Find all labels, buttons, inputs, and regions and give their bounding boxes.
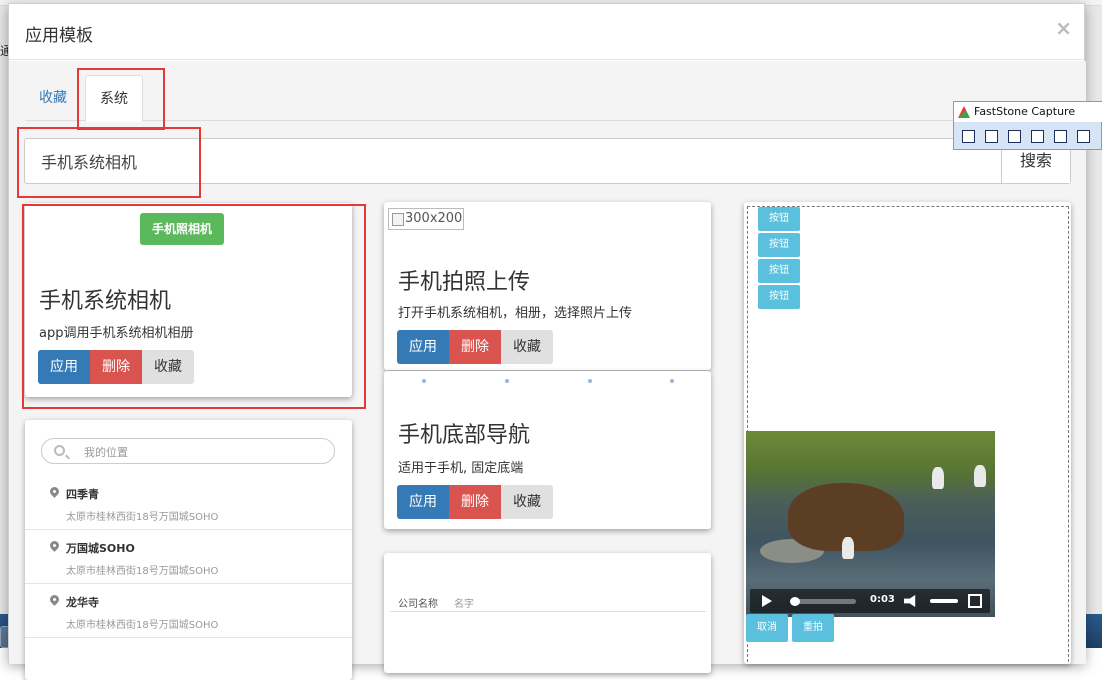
location-address: 太原市桂林西街18号万国城SOHO (66, 620, 219, 631)
camera-badge-button[interactable]: 手机照相机 (140, 213, 225, 245)
delete-button[interactable]: 删除 (449, 485, 501, 519)
template-card-camera: 手机照相机 手机系统相机 app调用手机系统相机相册 应用 删除 收藏 (25, 203, 352, 397)
apply-button[interactable]: 应用 (397, 485, 449, 519)
location-search[interactable]: 我的位置 (41, 438, 335, 464)
app-template-dialog: 应用模板 × 收藏 系统 搜索 手机照相机 手机系统相机 app调用手机系统相机… (8, 3, 1086, 680)
card-description: 打开手机系统相机，相册，选择照片上传 (398, 306, 633, 321)
map-pin-icon (48, 593, 61, 606)
preview-button[interactable]: 按钮 (758, 259, 800, 283)
capture-freehand-icon[interactable] (1054, 130, 1067, 143)
template-card-bottom-nav: 手机底部导航 适用于手机, 固定底端 应用 删除 收藏 (384, 371, 711, 529)
tab-system[interactable]: 系统 (85, 75, 143, 122)
faststone-title: FastStone Capture (954, 102, 1102, 122)
video-player[interactable]: 0:03 (746, 431, 995, 617)
dialog-header: 应用模板 × (9, 4, 1084, 60)
nav-dot-icon (505, 379, 509, 383)
form-divider (390, 611, 706, 612)
retake-button[interactable]: 重拍 (792, 614, 834, 642)
location-item[interactable]: 龙华寺 太原市桂林西街18号万国城SOHO (25, 584, 352, 638)
card-description: 适用于手机, 固定底端 (398, 461, 524, 476)
volume-slider[interactable] (930, 599, 958, 603)
map-pin-icon (48, 539, 61, 552)
video-progress-slider[interactable] (790, 597, 856, 606)
faststone-capture-toolbar: FastStone Capture (953, 101, 1102, 150)
tab-favorites[interactable]: 收藏 (25, 75, 81, 121)
location-name: 四季青 (66, 488, 99, 501)
card-description: app调用手机系统相机相册 (39, 326, 194, 341)
delete-button[interactable]: 删除 (449, 330, 501, 364)
video-frame-gull (974, 465, 986, 487)
close-icon[interactable]: × (1055, 16, 1072, 40)
card-actions: 应用 删除 收藏 (38, 350, 194, 384)
favorite-button[interactable]: 收藏 (142, 350, 194, 384)
capture-window-icon[interactable] (985, 130, 998, 143)
nav-dot-icon (422, 379, 426, 383)
volume-icon[interactable] (904, 595, 916, 607)
template-card-media: 按钮 按钮 按钮 按钮 0:03 取消 重拍 (744, 202, 1071, 664)
card-title: 手机系统相机 (39, 289, 172, 314)
dialog-title: 应用模板 (25, 26, 93, 46)
form-label-name: 名字 (454, 599, 474, 610)
card-actions: 应用 删除 收藏 (397, 485, 553, 519)
nav-dot-icon (670, 379, 674, 383)
card-title: 手机拍照上传 (398, 270, 531, 295)
location-address: 太原市桂林西街18号万国城SOHO (66, 512, 219, 523)
preview-button[interactable]: 按钮 (758, 233, 800, 257)
search-bar: 搜索 (24, 138, 1071, 184)
apply-button[interactable]: 应用 (38, 350, 90, 384)
apply-button[interactable]: 应用 (397, 330, 449, 364)
form-label-company: 公司名称 (398, 599, 438, 610)
cancel-button[interactable]: 取消 (746, 614, 788, 642)
video-controls: 0:03 (750, 589, 990, 613)
broken-image-placeholder: 300x200 (388, 208, 464, 230)
favorite-button[interactable]: 收藏 (501, 485, 553, 519)
capture-region-icon[interactable] (1031, 130, 1044, 143)
preview-button[interactable]: 按钮 (758, 207, 800, 231)
favorite-button[interactable]: 收藏 (501, 330, 553, 364)
location-name: 万国城SOHO (66, 542, 135, 555)
location-search-placeholder: 我的位置 (84, 446, 128, 459)
preview-button[interactable]: 按钮 (758, 285, 800, 309)
template-card-form: 公司名称 名字 (384, 553, 711, 673)
location-item[interactable]: 万国城SOHO 太原市桂林西街18号万国城SOHO (25, 530, 352, 584)
search-input[interactable] (25, 139, 1002, 183)
play-icon[interactable] (762, 595, 772, 607)
capture-object-icon[interactable] (1008, 130, 1021, 143)
capture-fullscreen-icon[interactable] (1077, 130, 1090, 143)
video-time: 0:03 (870, 594, 895, 605)
video-frame-gull (932, 467, 944, 489)
open-folder-icon[interactable] (962, 130, 975, 143)
bottom-nav-preview (384, 371, 711, 391)
dialog-body: 收藏 系统 搜索 手机照相机 手机系统相机 app调用手机系统相机相册 应用 删… (9, 61, 1086, 680)
video-frame-gull (842, 537, 854, 559)
template-card-photo-upload: 300x200 手机拍照上传 打开手机系统相机，相册，选择照片上传 应用 删除 … (384, 202, 711, 370)
location-address: 太原市桂林西街18号万国城SOHO (66, 566, 219, 577)
map-pin-icon (48, 485, 61, 498)
fullscreen-icon[interactable] (968, 594, 982, 608)
location-item[interactable]: 四季青 太原市桂林西街18号万国城SOHO (25, 476, 352, 530)
delete-button[interactable]: 删除 (90, 350, 142, 384)
tab-bar: 收藏 系统 (25, 75, 1070, 122)
template-card-location: 我的位置 四季青 太原市桂林西街18号万国城SOHO 万国城SOHO 太原市桂林… (25, 420, 352, 680)
location-name: 龙华寺 (66, 596, 99, 609)
card-title: 手机底部导航 (398, 423, 531, 448)
search-icon (54, 445, 65, 456)
card-actions: 应用 删除 收藏 (397, 330, 553, 364)
nav-dot-icon (588, 379, 592, 383)
